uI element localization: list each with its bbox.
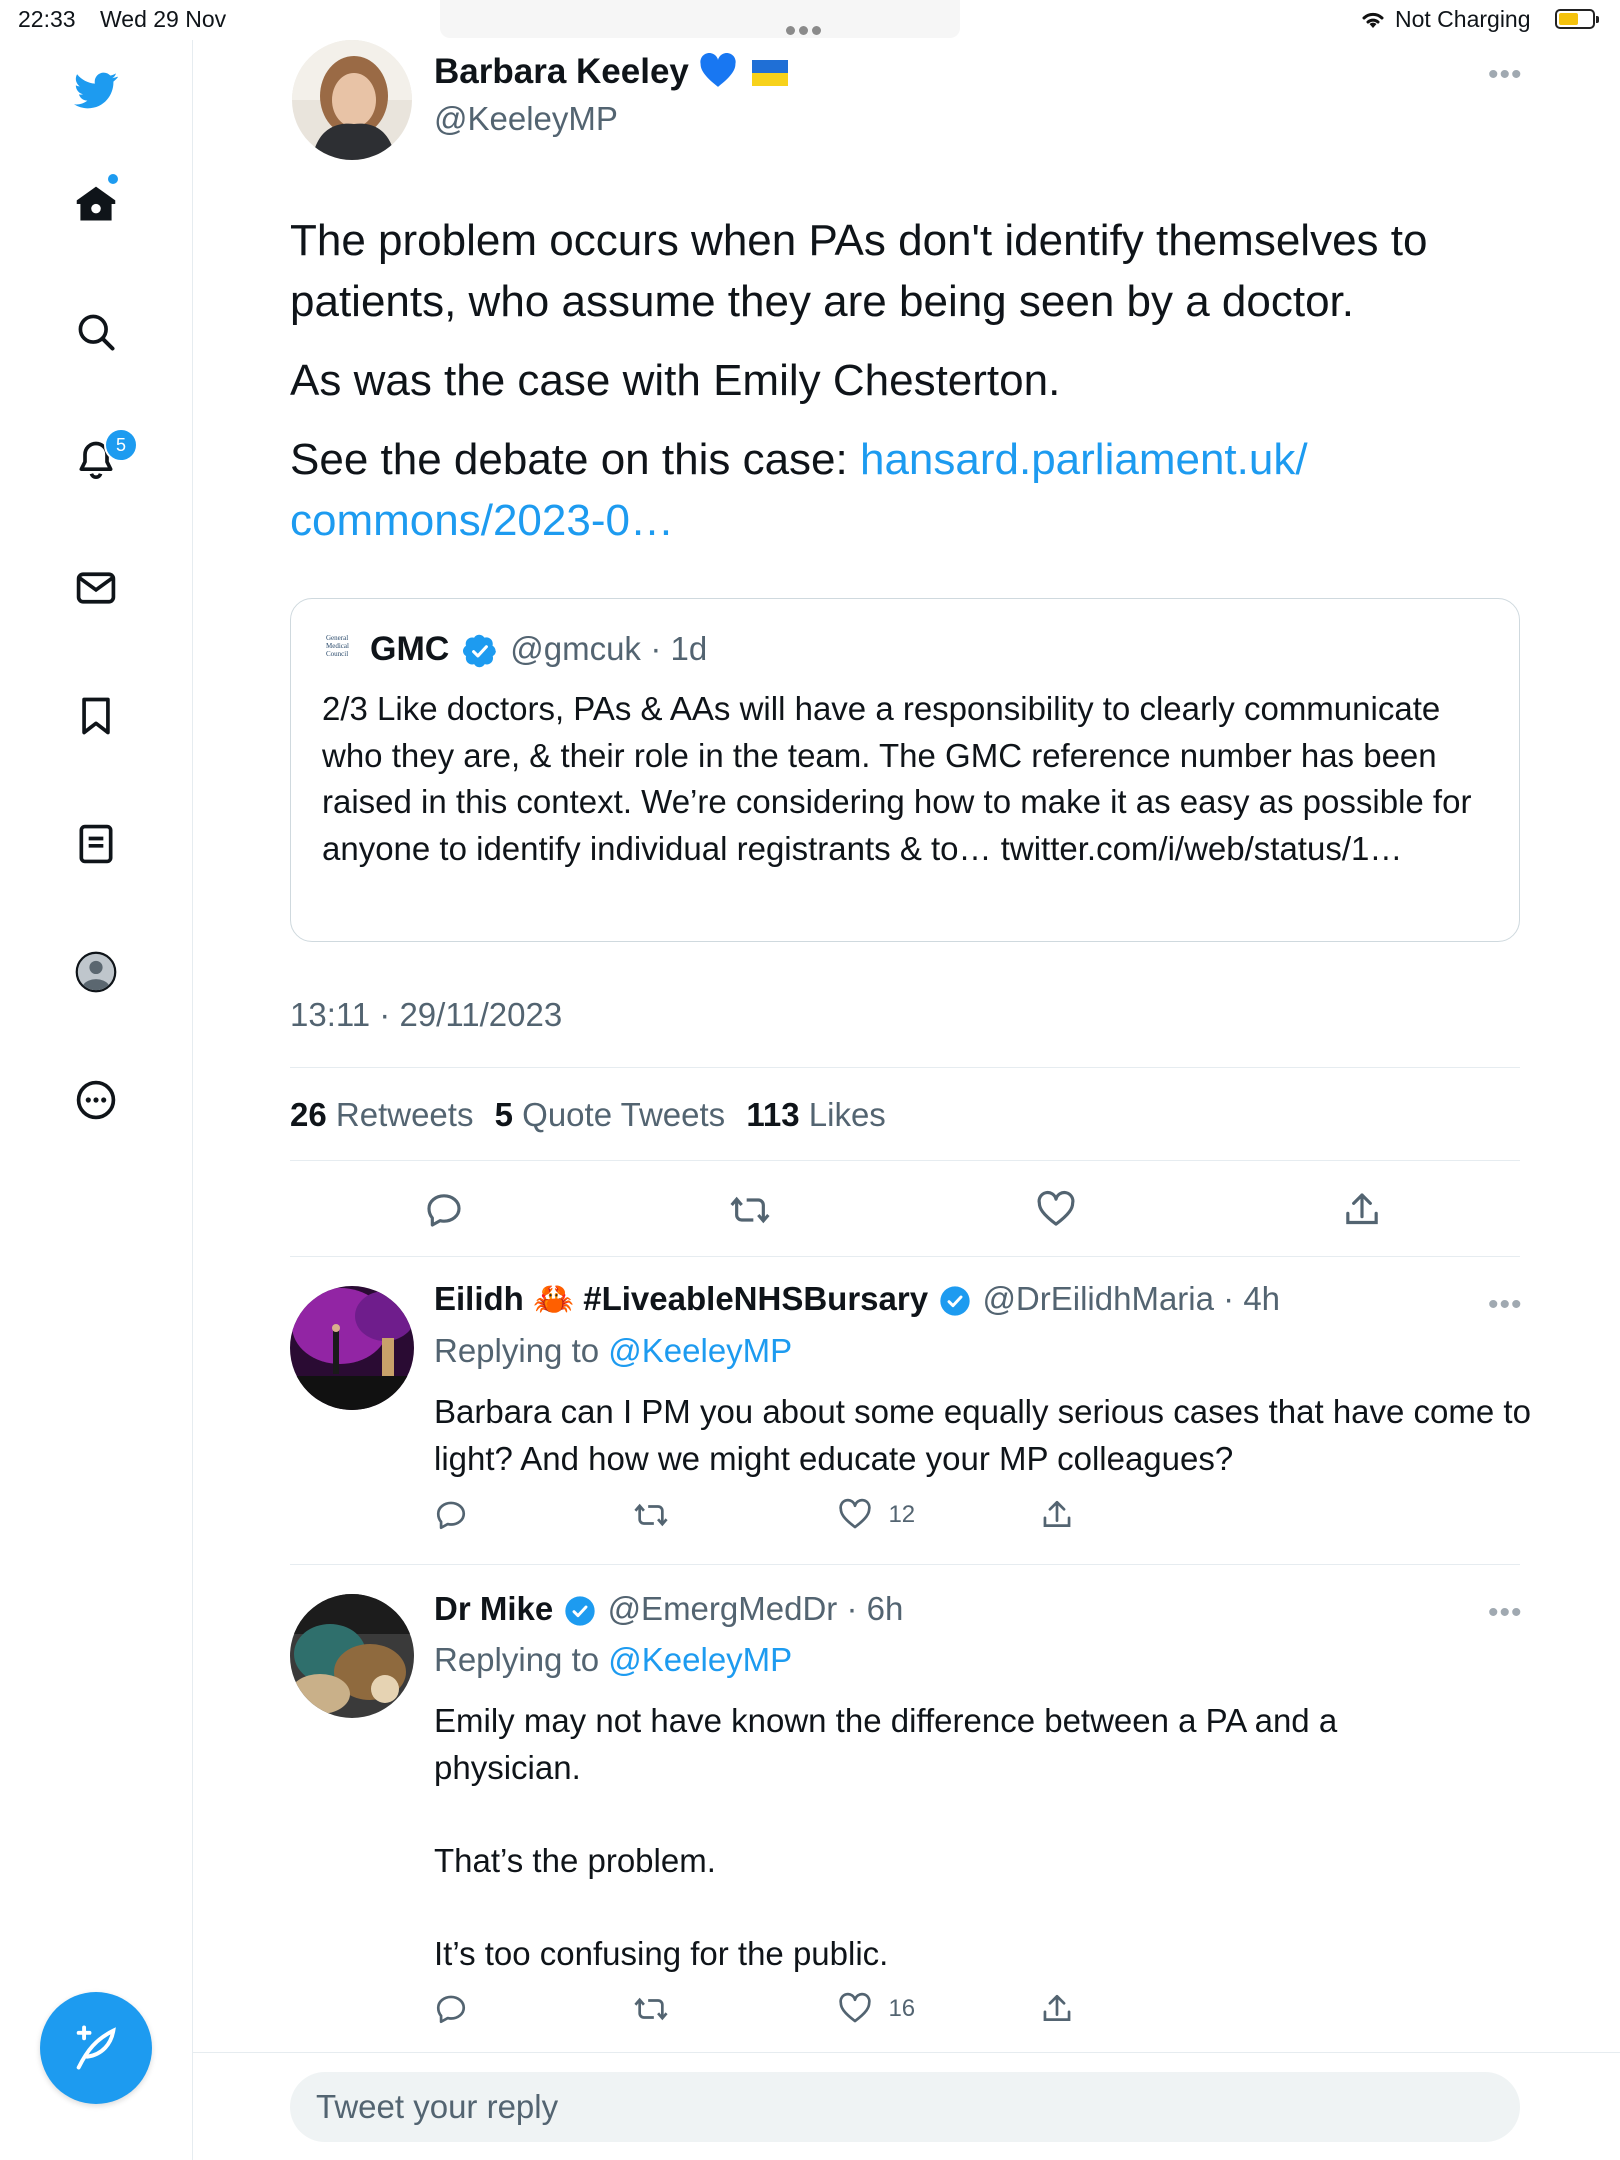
reply-2-header: Dr Mike @EmergMedDr · 6h — [434, 1590, 903, 1628]
verified-badge-icon — [462, 634, 496, 668]
reply-2-text-line-3: It’s too confusing for the public. — [434, 1935, 889, 1972]
retweet-icon[interactable] — [634, 1498, 668, 1537]
like-icon — [839, 1992, 871, 2023]
reply-1-header: Eilidh 🦀 #LiveableNHSBursary @DrEilidhMa… — [434, 1280, 1280, 1319]
share-icon[interactable] — [1040, 1992, 1074, 2031]
quote-time: · 1d — [650, 630, 708, 667]
author-name-row: Barbara Keeley — [434, 52, 788, 92]
divider — [192, 2052, 1620, 2053]
verified-badge-icon — [565, 1596, 596, 1626]
bookmark-icon[interactable] — [70, 690, 122, 742]
replying-to-prefix: Replying to — [434, 1332, 609, 1369]
feather-plus-icon — [76, 2025, 116, 2070]
retweet-icon[interactable] — [730, 1190, 770, 1235]
hansard-link-line2[interactable]: commons/2023-0… — [290, 496, 674, 545]
status-bar: 22:33 Wed 29 Nov Not Charging — [0, 0, 1620, 40]
reply-2-more-icon[interactable]: ••• — [1488, 1596, 1523, 1630]
reply-icon[interactable] — [434, 1992, 468, 2031]
tweet-reply-input[interactable] — [290, 2072, 1416, 2142]
share-icon[interactable] — [1040, 1498, 1074, 1537]
debate-prefix: See the debate on this case: — [290, 435, 860, 484]
profile-icon[interactable] — [70, 946, 122, 998]
divider — [290, 1160, 1520, 1161]
tweet-stats: 26 Retweets 5 Quote Tweets 113 Likes — [290, 1096, 886, 1134]
mail-icon[interactable] — [70, 562, 122, 614]
reply-composer[interactable] — [290, 2072, 1520, 2142]
reply-icon[interactable] — [424, 1190, 464, 1235]
quotes-stat[interactable]: 5 Quote Tweets — [495, 1096, 726, 1133]
reply-1-handle[interactable]: @DrEilidhMaria — [982, 1280, 1214, 1317]
divider — [290, 1256, 1520, 1257]
ukraine-flag-emoji — [751, 60, 788, 86]
reply-2-time: · 6h — [846, 1590, 904, 1627]
replying-to-prefix: Replying to — [434, 1641, 609, 1678]
blue-heart-emoji — [700, 52, 736, 87]
tweet-paragraph-2: As was the case with Emily Chesterton. — [290, 356, 1061, 405]
reply-1-more-icon[interactable]: ••• — [1488, 1288, 1523, 1322]
reply-1-like-count: 12 — [888, 1501, 916, 1528]
gmc-logo: General Medical Council — [326, 634, 349, 658]
reply-2-name[interactable]: Dr Mike — [434, 1590, 553, 1627]
tweet-timestamp[interactable]: 13:11 · 29/11/2023 — [290, 996, 562, 1034]
quotes-count: 5 — [494, 1096, 513, 1133]
quote-author-name: GMC — [370, 630, 450, 668]
twitter-bird-icon[interactable] — [70, 64, 122, 116]
tweet-paragraph-1: The problem occurs when PAs don't identi… — [290, 216, 1428, 326]
reply-1-time: · 4h — [1223, 1280, 1281, 1317]
list-icon[interactable] — [70, 818, 122, 870]
notifications-badge: 5 — [104, 428, 138, 462]
reply-2-like-count: 16 — [888, 1995, 916, 2022]
tweet-paragraph-3: See the debate on this case: hansard.par… — [290, 429, 1550, 551]
divider — [290, 1067, 1520, 1068]
quotes-label: Quote Tweets — [522, 1096, 726, 1133]
like-icon — [839, 1498, 871, 1529]
author-avatar[interactable] — [292, 40, 412, 160]
status-time: 22:33 — [18, 6, 76, 32]
reply-2-replying-to: Replying to @KeeleyMP — [434, 1641, 792, 1679]
retweets-stat[interactable]: 26 Retweets — [290, 1096, 473, 1133]
likes-stat[interactable]: 113 Likes — [746, 1096, 885, 1133]
retweets-label: Retweets — [335, 1096, 474, 1133]
retweet-icon[interactable] — [634, 1992, 668, 2031]
reply-icon[interactable] — [434, 1498, 468, 1537]
reply-1-text: Barbara can I PM you about some equally … — [434, 1393, 1531, 1477]
wifi-icon — [1362, 12, 1384, 28]
retweets-count: 26 — [290, 1096, 327, 1133]
reply-2-text-line-2: That’s the problem. — [434, 1842, 716, 1879]
multitasking-dots-icon[interactable] — [786, 14, 834, 35]
replying-to-handle[interactable]: @KeeleyMP — [608, 1332, 792, 1369]
like-button[interactable]: 12 — [838, 1498, 915, 1532]
quote-text: 2/3 Like doctors, PAs & AAs will have a … — [322, 690, 1472, 867]
like-icon[interactable] — [1036, 1190, 1076, 1235]
quote-author-handle: @gmcuk — [510, 630, 641, 667]
reply-2-text-line-1: Emily may not have known the difference … — [434, 1702, 1338, 1786]
reply-1-name[interactable]: Eilidh 🦀 #LiveableNHSBursary — [434, 1280, 928, 1317]
reply-avatar-drmike[interactable] — [290, 1594, 414, 1718]
quote-header: GMC @gmcuk · 1d — [370, 630, 707, 669]
battery-icon — [1555, 9, 1599, 29]
author-handle[interactable]: @KeeleyMP — [434, 100, 618, 138]
more-circle-icon[interactable] — [70, 1074, 122, 1126]
compose-tweet-button[interactable] — [40, 1992, 152, 2104]
reply-avatar-eilidh[interactable] — [290, 1286, 414, 1410]
status-date: Wed 29 Nov — [100, 6, 227, 32]
home-notification-dot — [108, 174, 118, 184]
verified-badge-icon — [940, 1286, 970, 1316]
share-icon[interactable] — [1342, 1190, 1382, 1235]
charging-status: Not Charging — [1395, 6, 1531, 32]
author-name[interactable]: Barbara Keeley — [434, 52, 689, 91]
home-icon[interactable] — [70, 178, 122, 230]
likes-count: 113 — [746, 1096, 800, 1133]
search-icon[interactable] — [70, 306, 122, 358]
replying-to-handle[interactable]: @KeeleyMP — [608, 1641, 792, 1678]
tweet-more-icon[interactable]: ••• — [1488, 58, 1523, 92]
reply-1-replying-to: Replying to @KeeleyMP — [434, 1332, 792, 1370]
like-button[interactable]: 16 — [838, 1992, 915, 2026]
reply-2-handle[interactable]: @EmergMedDr — [608, 1590, 838, 1627]
divider — [290, 1564, 1520, 1565]
likes-label: Likes — [808, 1096, 886, 1133]
hansard-link-line1[interactable]: hansard.parliament.uk/ — [860, 435, 1308, 484]
